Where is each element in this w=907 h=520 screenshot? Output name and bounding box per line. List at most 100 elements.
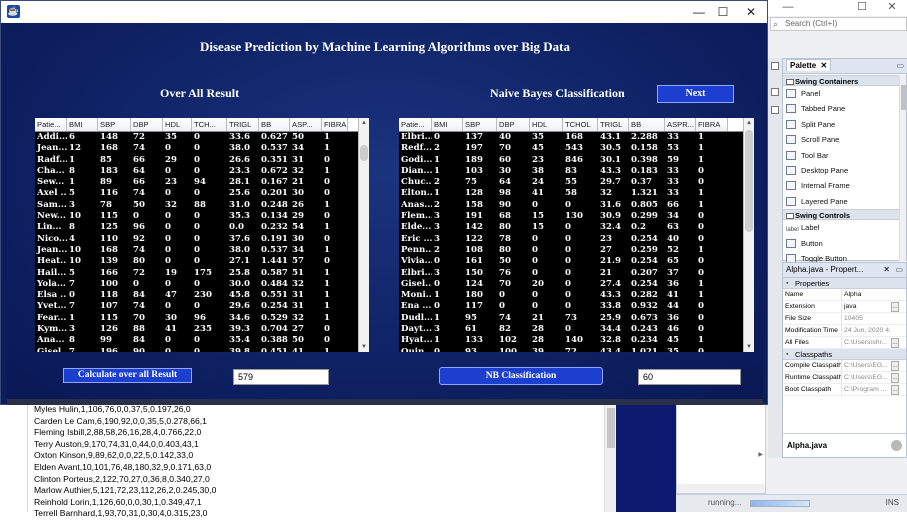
table-row[interactable]: Cha... 8 183 64 0 0 23.3 0.672 32 1 bbox=[35, 166, 348, 177]
ide-maximize-button[interactable]: ☐ bbox=[850, 0, 874, 14]
ellipsis-button[interactable]: … bbox=[891, 385, 899, 395]
palette-item[interactable]: Panel bbox=[783, 86, 900, 101]
properties-section-header[interactable]: Classpaths bbox=[783, 349, 906, 360]
column-header[interactable]: DBP bbox=[497, 118, 530, 131]
table-row[interactable]: Penn... 2 108 80 0 0 27 0.259 52 1 bbox=[399, 245, 728, 256]
scroll-thumb[interactable] bbox=[745, 130, 753, 232]
palette-tab[interactable]: Palette ✕ ▭ bbox=[783, 59, 907, 74]
ellipsis-button[interactable]: … bbox=[891, 373, 899, 383]
scroll-thumb[interactable] bbox=[607, 408, 615, 448]
ellipsis-button[interactable]: … bbox=[891, 361, 899, 371]
table-row[interactable]: Jean... 10 168 74 0 0 38.0 0.537 34 1 bbox=[35, 245, 348, 256]
column-header[interactable]: ASP... bbox=[290, 118, 322, 131]
column-header[interactable]: BB bbox=[259, 118, 290, 131]
ide-close-button[interactable]: ✕ bbox=[880, 0, 904, 14]
table-row[interactable]: Elbri... 3 150 76 0 0 21 0.207 37 0 bbox=[399, 268, 728, 279]
overall-result-table[interactable]: Patie... BMI SBP DBP HDL TCH... TRIGL BB ASP... F… bbox=[35, 118, 369, 352]
strip-icon[interactable] bbox=[771, 88, 779, 96]
table-row[interactable]: Sam... 3 78 50 32 88 31.0 0.248 26 1 bbox=[35, 200, 348, 211]
strip-icon[interactable] bbox=[771, 106, 779, 114]
table-row[interactable]: Hyat... 1 133 102 28 140 32.8 0.234 45 1 bbox=[399, 335, 728, 346]
table-scrollbar[interactable]: ▲ ▼ bbox=[743, 118, 754, 352]
column-header[interactable]: FIBRA bbox=[322, 118, 348, 131]
table-row[interactable]: Vivia... 0 161 50 0 0 21.9 0.254 65 0 bbox=[399, 256, 728, 267]
maximize-button[interactable]: ☐ bbox=[711, 3, 735, 21]
table-scrollbar[interactable]: ▲ ▼ bbox=[358, 118, 369, 352]
table-row[interactable]: Dian... 1 103 30 38 83 43.3 0.183 33 0 bbox=[399, 166, 728, 177]
properties-tab[interactable]: Alpha.java - Propert... ✕ ▭ bbox=[783, 263, 906, 278]
property-row[interactable]: Runtime Classpath C:\Users\EG...… bbox=[783, 372, 906, 384]
minimize-button[interactable]: — bbox=[687, 3, 711, 21]
nb-classification-button[interactable]: NB Classification bbox=[439, 367, 603, 385]
table-row[interactable]: Quin... 0 93 100 39 72 43.4 1.021 35 0 bbox=[399, 347, 728, 352]
table-row[interactable]: Radf... 1 85 66 29 0 26.6 0.351 31 0 bbox=[35, 155, 348, 166]
table-row[interactable]: Nico... 4 110 92 0 0 37.6 0.191 30 0 bbox=[35, 234, 348, 245]
property-row[interactable]: Name Alpha bbox=[783, 289, 906, 301]
help-icon[interactable] bbox=[891, 440, 902, 451]
palette-item[interactable]: Split Pane bbox=[783, 117, 900, 132]
table-row[interactable]: Fear... 1 115 70 30 96 34.6 0.529 32 1 bbox=[35, 313, 348, 324]
scroll-up-icon[interactable]: ▲ bbox=[744, 118, 754, 128]
calculate-overall-button[interactable]: Calculate over all Result bbox=[63, 368, 192, 383]
table-row[interactable]: New... 10 115 0 0 0 35.3 0.134 29 0 bbox=[35, 211, 348, 222]
table-row[interactable]: Dayt... 3 61 82 28 0 34.4 0.243 46 0 bbox=[399, 324, 728, 335]
palette-item[interactable]: Button bbox=[783, 236, 900, 251]
property-row[interactable]: Extension java… bbox=[783, 301, 906, 313]
table-row[interactable]: Moni... 1 180 0 0 0 43.3 0.282 41 1 bbox=[399, 290, 728, 301]
table-row[interactable]: Hail... 5 166 72 19 175 25.8 0.587 51 1 bbox=[35, 268, 348, 279]
ide-minimize-button[interactable]: — bbox=[776, 0, 800, 14]
output-scrollbar[interactable] bbox=[604, 404, 616, 512]
table-row[interactable]: Ena ... 0 117 0 0 0 33.8 0.932 44 0 bbox=[399, 301, 728, 312]
column-header[interactable]: Patie... bbox=[35, 118, 67, 131]
ellipsis-button[interactable]: … bbox=[891, 338, 899, 348]
window-controls-icon[interactable]: ▭ bbox=[896, 59, 904, 73]
column-header[interactable]: SBP bbox=[463, 118, 497, 131]
column-header[interactable]: Patie... bbox=[399, 118, 432, 131]
palette-item[interactable]: Tabbed Pane bbox=[783, 101, 900, 116]
table-row[interactable]: Elsa ... 0 118 84 47 230 45.8 0.551 31 1 bbox=[35, 290, 348, 301]
table-row[interactable]: Anas... 2 158 90 0 0 31.6 0.805 66 1 bbox=[399, 200, 728, 211]
palette-section-header[interactable]: Swing Containers bbox=[783, 75, 900, 86]
column-header[interactable]: TCH... bbox=[192, 118, 227, 131]
property-row[interactable]: All Files C:\Users\shr...… bbox=[783, 337, 906, 349]
column-header[interactable]: BMI bbox=[67, 118, 98, 131]
window-controls-icon[interactable]: ▭ bbox=[895, 263, 903, 277]
overall-result-field[interactable]: 579 bbox=[233, 369, 329, 385]
table-row[interactable]: Heat... 10 139 80 0 0 27.1 1.441 57 0 bbox=[35, 256, 348, 267]
table-row[interactable]: Eric ... 3 122 78 0 0 23 0.254 40 0 bbox=[399, 234, 728, 245]
table-row[interactable]: Yvet... 7 107 74 0 0 29.6 0.254 31 1 bbox=[35, 301, 348, 312]
column-header[interactable]: BB bbox=[629, 118, 665, 131]
table-row[interactable]: Elton...1128984158321.321331 bbox=[399, 188, 728, 199]
palette-section-header[interactable]: Swing Controls bbox=[783, 209, 900, 221]
nb-classification-table[interactable]: Patie... BMI SBP DBP HDL TCHOL TRIGL BB ASPR... F… bbox=[399, 118, 754, 352]
close-button[interactable]: ✕ bbox=[739, 3, 763, 21]
column-header[interactable]: TRIGL bbox=[227, 118, 259, 131]
column-header[interactable]: SBP bbox=[98, 118, 131, 131]
property-value[interactable]: Alpha bbox=[841, 289, 891, 300]
table-row[interactable]: Ana... 8 99 84 0 0 35.4 0.388 50 0 bbox=[35, 335, 348, 346]
horizontal-scrollbar[interactable] bbox=[677, 484, 765, 493]
palette-item[interactable]: Scroll Pane bbox=[783, 132, 900, 147]
table-row[interactable]: Chuc... 2 75 64 24 55 29.7 0.37 33 0 bbox=[399, 177, 728, 188]
column-header[interactable]: HDL bbox=[163, 118, 192, 131]
ide-search-input[interactable]: ⌕ Search (Ctrl+I) bbox=[770, 17, 907, 31]
property-row[interactable]: Modification Time24 Jun, 2020 4:... bbox=[783, 325, 906, 337]
scroll-down-icon[interactable]: ▼ bbox=[744, 342, 754, 352]
table-row[interactable]: Yola... 7 100 0 0 0 30.0 0.484 32 1 bbox=[35, 279, 348, 290]
scroll-up-icon[interactable]: ▲ bbox=[359, 118, 369, 128]
property-value[interactable]: java bbox=[841, 301, 891, 312]
table-row[interactable]: Gisel... 0 124 70 20 0 27.4 0.254 36 1 bbox=[399, 279, 728, 290]
column-header[interactable]: TCHOL bbox=[563, 118, 598, 131]
property-row[interactable]: File Size 10405 bbox=[783, 313, 906, 325]
property-row[interactable]: Compile Classpath C:\Users\EG...… bbox=[783, 360, 906, 372]
output-console[interactable]: Myles Hulin,1,106,76,0,0,37,5,0.197,26,0… bbox=[28, 404, 604, 518]
table-row[interactable]: Godi... 1 189 60 23 846 30.1 0.398 59 1 bbox=[399, 155, 728, 166]
strip-icon[interactable] bbox=[771, 62, 779, 70]
chevron-right-icon[interactable]: ▶ bbox=[758, 451, 763, 458]
scroll-down-icon[interactable]: ▼ bbox=[359, 342, 369, 352]
table-row[interactable]: Dudl... 1 95 74 21 73 25.9 0.673 36 0 bbox=[399, 313, 728, 324]
palette-scrollbar[interactable] bbox=[899, 75, 906, 261]
column-header[interactable]: TRIGL bbox=[598, 118, 629, 131]
table-row[interactable]: Jean... 12 168 74 0 0 38.0 0.537 34 1 bbox=[35, 143, 348, 154]
table-row[interactable]: Lin... 8 125 96 0 0 0.0 0.232 54 1 bbox=[35, 222, 348, 233]
